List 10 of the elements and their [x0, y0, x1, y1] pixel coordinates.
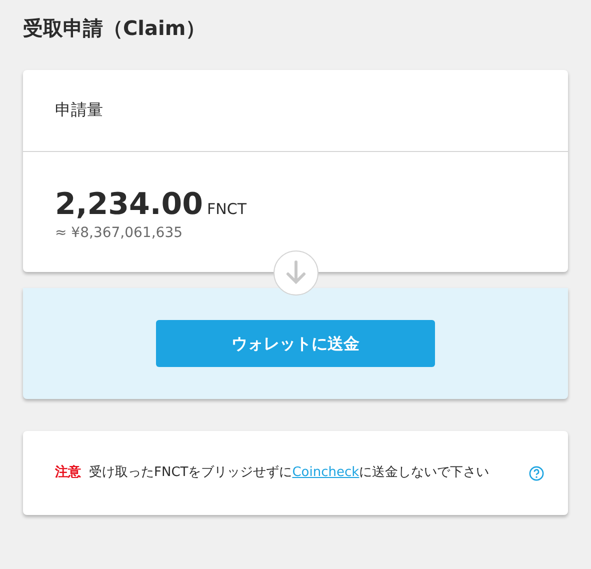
- notice-text: 受け取ったFNCTをブリッジせずにCoincheckに送金しないで下さい: [89, 464, 490, 482]
- coincheck-link[interactable]: Coincheck: [292, 465, 360, 480]
- help-icon[interactable]: [529, 466, 544, 482]
- unit-label: FNCT: [207, 198, 247, 220]
- send-to-wallet-button[interactable]: ウォレットに送金: [156, 320, 435, 367]
- amount-label: 申請量: [55, 100, 103, 119]
- page-title: 受取申請（Claim）: [23, 16, 207, 40]
- notice-tag: 注意: [55, 463, 81, 482]
- amount-value: 2,234.00: [55, 190, 204, 220]
- approx-value: ≈ ¥8,367,061,635: [55, 224, 183, 243]
